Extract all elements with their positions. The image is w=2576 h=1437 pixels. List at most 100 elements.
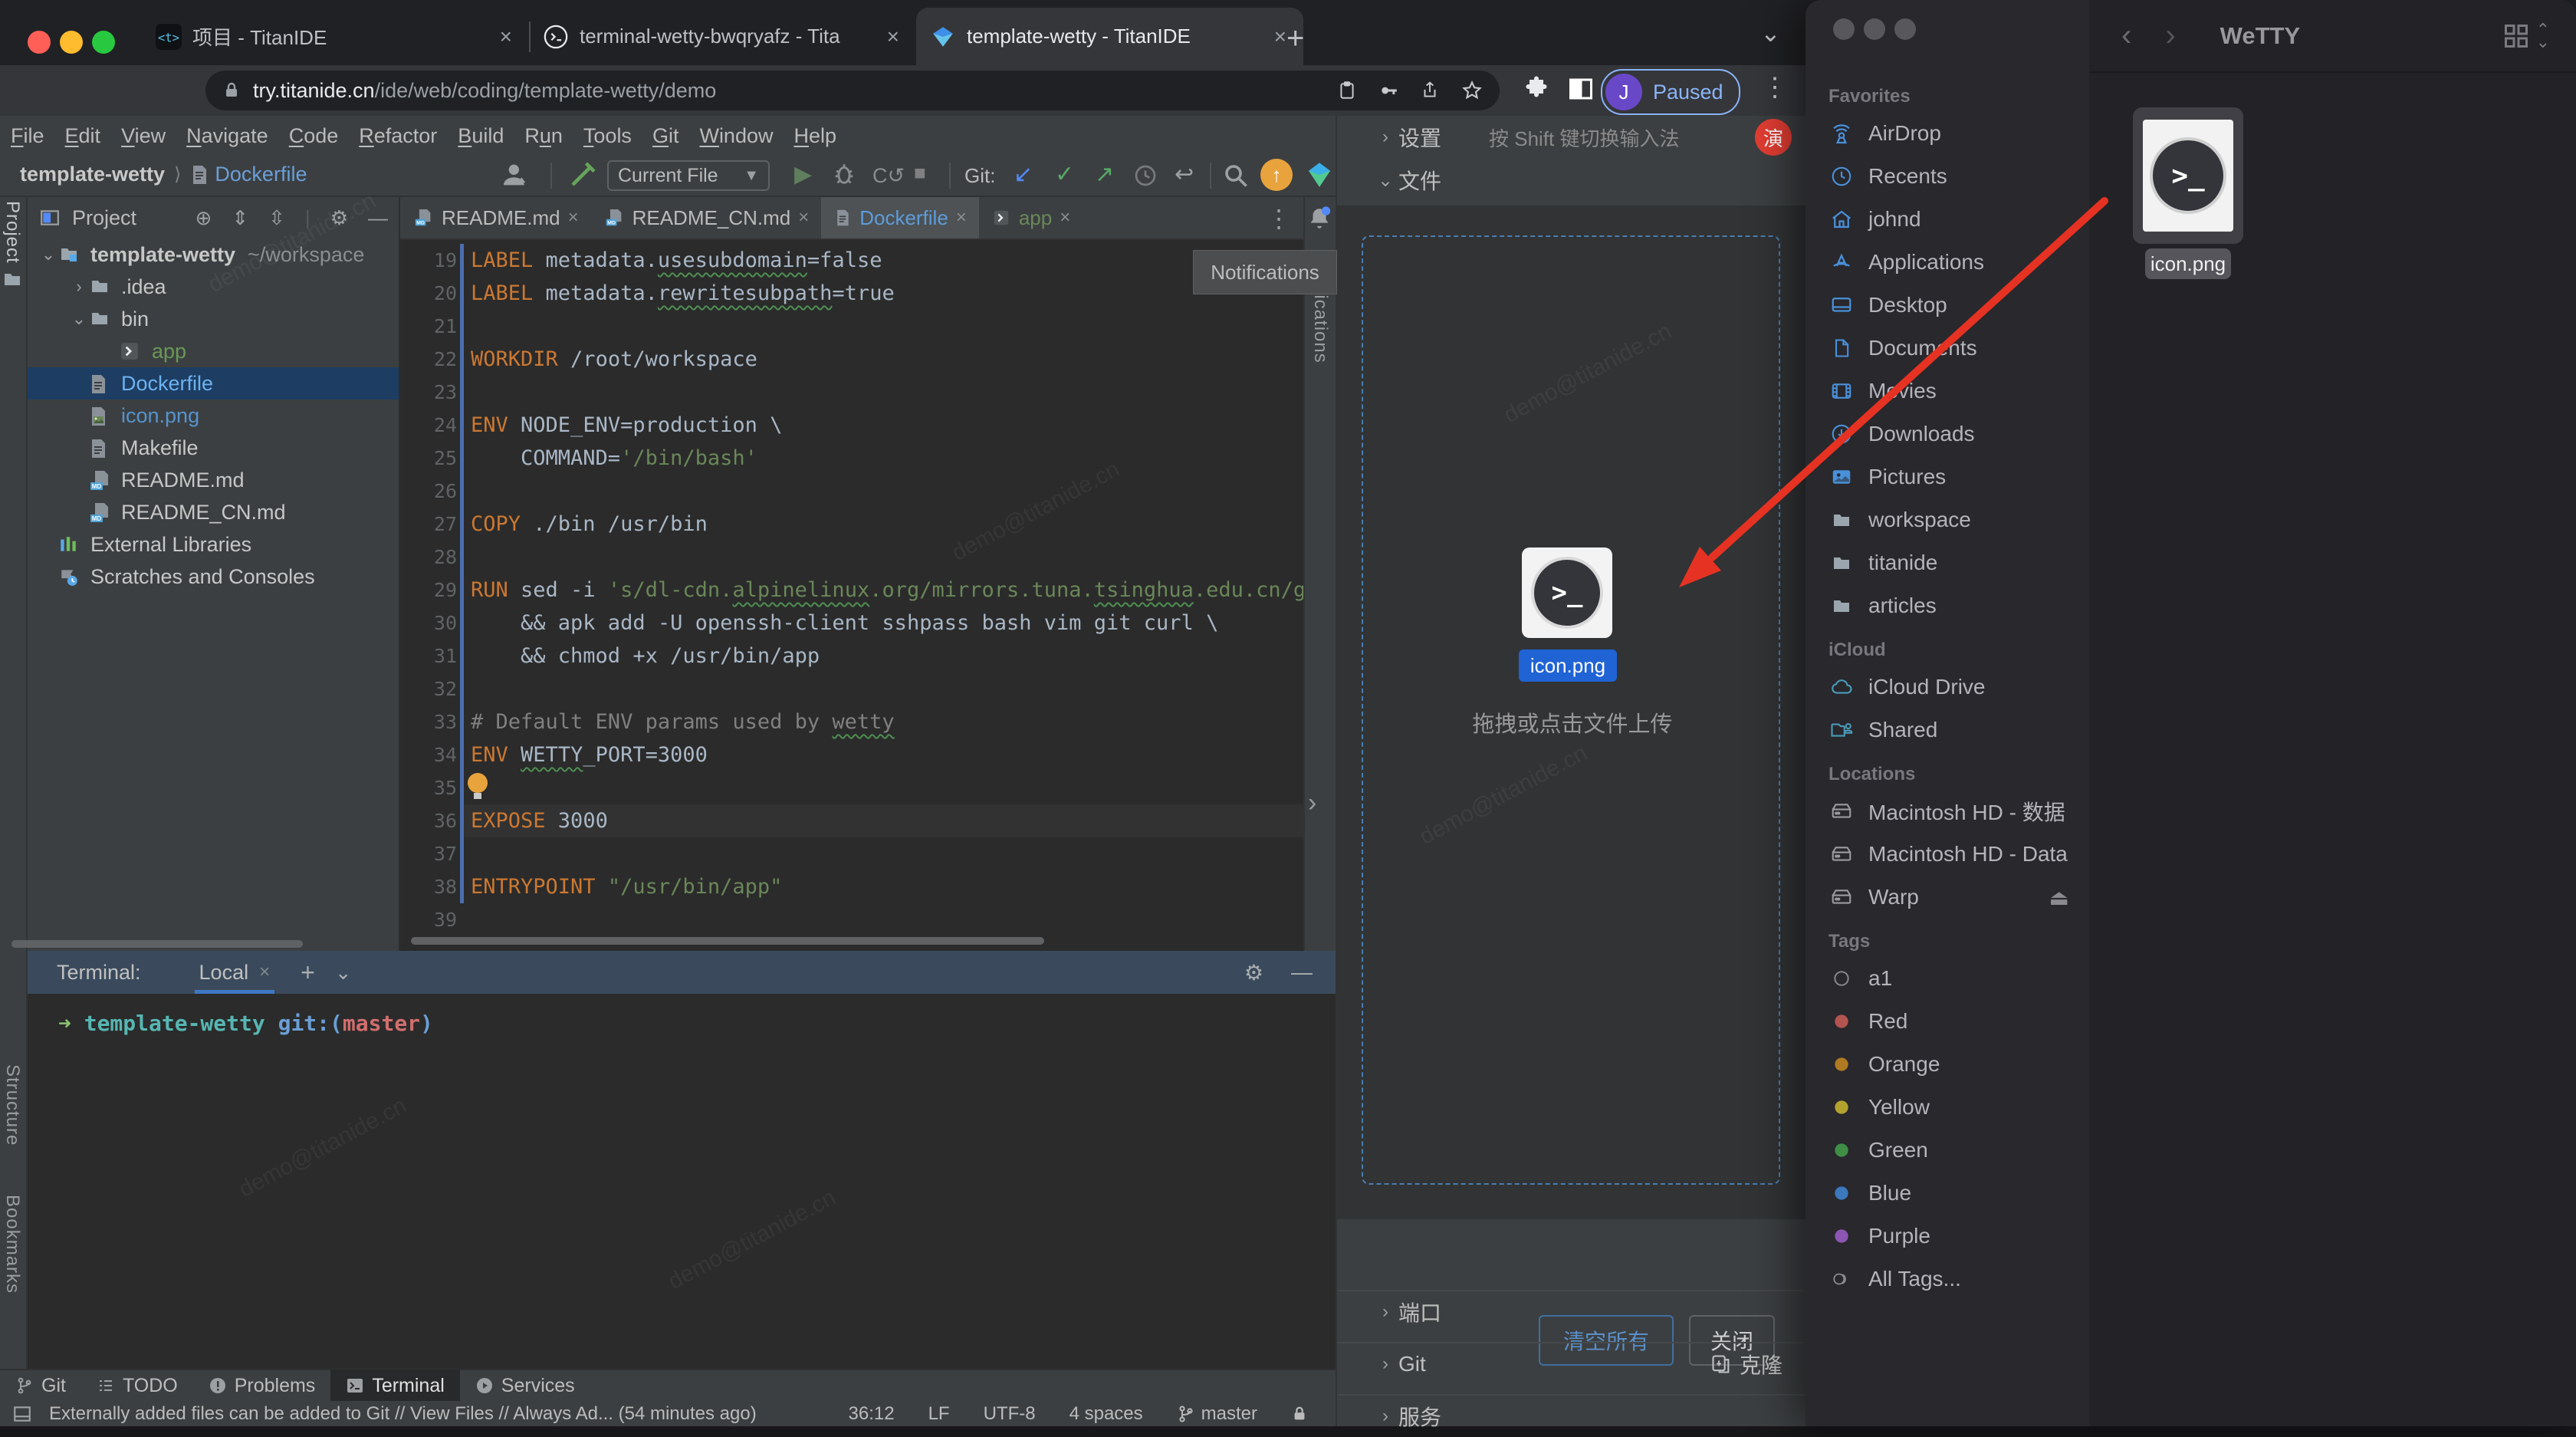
editor[interactable]: MDREADME.md×MDREADME_CN.md×Dockerfile×ap…	[400, 197, 1303, 951]
code-line-25[interactable]: 25 COMMAND='/bin/bash'	[400, 442, 1303, 475]
sidebar-item-icloud-drive[interactable]: iCloud Drive	[1829, 666, 2074, 709]
tab-search-chevron-icon[interactable]: ⌄	[1760, 18, 1781, 48]
tool-button-project[interactable]: Project	[2, 201, 23, 288]
code-line-39[interactable]: 39	[400, 903, 1303, 936]
finder-window[interactable]: FavoritesAirDropRecentsjohndApplications…	[1806, 0, 2576, 1426]
browser-menu-kebab-icon[interactable]: ⋮	[1762, 72, 1788, 103]
git-commit-check-icon[interactable]: ✓	[1055, 161, 1074, 188]
coverage-icon[interactable]: C↺	[872, 164, 905, 188]
tree-item-makefile[interactable]: Makefile	[28, 432, 399, 464]
stop-button[interactable]: ■	[914, 161, 926, 185]
editor-tab-dockerfile[interactable]: Dockerfile×	[821, 197, 979, 238]
code-line-23[interactable]: 23	[400, 376, 1303, 409]
section-row-0[interactable]: ›端口	[1337, 1290, 1813, 1333]
code-line-32[interactable]: 32	[400, 672, 1303, 705]
tab-close-icon[interactable]: ×	[568, 207, 579, 229]
status-window-icon[interactable]	[12, 1404, 32, 1424]
code-line-34[interactable]: 34ENV WETTY_PORT=3000	[400, 738, 1303, 771]
browser-profile-button[interactable]: J Paused	[1601, 69, 1740, 115]
new-tab-button[interactable]: +	[1286, 21, 1304, 56]
code-line-27[interactable]: 27COPY ./bin /usr/bin	[400, 508, 1303, 541]
caret-position[interactable]: 36:12	[849, 1403, 895, 1425]
sidebar-item-movies[interactable]: Movies	[1829, 370, 2074, 413]
sidebar-item-articles[interactable]: articles	[1829, 584, 2074, 627]
run-button[interactable]: ▶	[794, 161, 812, 188]
tool-button-todo[interactable]: TODO	[81, 1370, 193, 1402]
sidebar-item-orange[interactable]: Orange	[1829, 1043, 2074, 1086]
tool-button-structure[interactable]: Structure	[2, 1064, 23, 1146]
status-message[interactable]: Externally added files can be added to G…	[49, 1403, 757, 1425]
menu-file[interactable]: File	[11, 124, 44, 148]
sidebar-item-applications[interactable]: Applications	[1829, 241, 2074, 284]
sidebar-item-macintosh-hd-data[interactable]: Macintosh HD - Data	[1829, 833, 2074, 876]
line-separator[interactable]: LF	[928, 1403, 950, 1425]
tab-close-icon[interactable]: ×	[884, 25, 902, 49]
run-configuration-select[interactable]: Current File▼	[607, 160, 770, 191]
password-key-icon[interactable]	[1378, 80, 1398, 101]
editor-tab-readme-md[interactable]: MDREADME.md×	[400, 197, 591, 238]
clone-button[interactable]: 克隆	[1710, 1349, 1783, 1379]
menu-view[interactable]: View	[121, 124, 166, 148]
browser-tab-3[interactable]: template-wetty - TitanIDE×	[916, 8, 1303, 65]
editor-tabs-kebab-icon[interactable]: ⋮	[1267, 204, 1291, 233]
sidebar-item-purple[interactable]: Purple	[1829, 1215, 2074, 1258]
editor-horizontal-scrollbar[interactable]	[411, 937, 1044, 945]
code-line-22[interactable]: 22WORKDIR /root/workspace	[400, 343, 1303, 376]
tree-chevron-icon[interactable]: ⌄	[38, 245, 58, 265]
terminal-tool-window[interactable]: Terminal: Local × + ⌄ ⚙ — ➜ template-wet…	[28, 951, 1336, 1369]
tree-item--idea[interactable]: ›.idea	[28, 271, 399, 303]
menu-git[interactable]: Git	[652, 124, 679, 148]
breadcrumb-project[interactable]: template-wetty	[20, 163, 165, 186]
file-encoding[interactable]: UTF-8	[984, 1403, 1036, 1425]
menu-refactor[interactable]: Refactor	[359, 124, 437, 148]
sidebar-item-pictures[interactable]: Pictures	[1829, 455, 2074, 498]
traffic-close-button[interactable]	[28, 31, 51, 54]
tree-item-readme-cn-md[interactable]: MDREADME_CN.md	[28, 496, 399, 528]
sidebar-item-macintosh-hd-数据[interactable]: Macintosh HD - 数据	[1829, 790, 2074, 833]
address-bar[interactable]: try.titanide.cn/ide/web/coding/template-…	[205, 71, 1500, 110]
menu-tools[interactable]: Tools	[583, 124, 632, 148]
history-clock-icon[interactable]	[1133, 163, 1158, 188]
terminal-settings-gear-icon[interactable]: ⚙	[1244, 960, 1263, 985]
menu-navigate[interactable]: Navigate	[186, 124, 268, 148]
collapse-all-icon[interactable]: ⇳	[268, 206, 285, 230]
menu-code[interactable]: Code	[289, 124, 339, 148]
section-git[interactable]: ›Git克隆	[1337, 1342, 1813, 1385]
terminal-dropdown-chevron-icon[interactable]: ⌄	[335, 961, 352, 985]
indent-style[interactable]: 4 spaces	[1070, 1403, 1143, 1425]
breadcrumb-file[interactable]: Dockerfile	[215, 163, 307, 186]
browser-tab-2[interactable]: terminal-wetty-bwqryafz - Tita×	[529, 8, 916, 65]
search-icon[interactable]	[1222, 162, 1250, 189]
breadcrumb[interactable]: template-wetty ⟩ Dockerfile	[20, 163, 307, 186]
finder-file-icon-png[interactable]: >_ icon.png	[2133, 107, 2243, 244]
finder-zoom-button[interactable]	[1894, 18, 1916, 40]
git-update-icon[interactable]: ↙	[1014, 161, 1033, 188]
tab-close-icon[interactable]: ×	[497, 25, 515, 49]
traffic-zoom-button[interactable]	[92, 31, 115, 54]
clipboard-icon[interactable]	[1337, 80, 1357, 101]
tool-button-bookmarks[interactable]: Bookmarks	[2, 1195, 23, 1294]
tree-item-icon-png[interactable]: icon.png	[28, 400, 399, 432]
code-line-21[interactable]: 21	[400, 310, 1303, 343]
code-line-20[interactable]: 20LABEL metadata.rewritesubpath=true	[400, 277, 1303, 310]
sidebar-item-all-tags-[interactable]: All Tags...	[1829, 1258, 2074, 1301]
tree-item-external-libraries[interactable]: External Libraries	[28, 528, 399, 561]
sidebar-item-johnd[interactable]: johnd	[1829, 198, 2074, 241]
uploaded-file-name[interactable]: icon.png	[1519, 649, 1617, 682]
finder-forward-chevron-icon[interactable]: ›	[2165, 18, 2175, 53]
code-line-19[interactable]: 19LABEL metadata.usesubdomain=false	[400, 244, 1303, 277]
menu-run[interactable]: Run	[524, 124, 563, 148]
menu-edit[interactable]: Edit	[65, 124, 101, 148]
tab-close-icon[interactable]: ×	[798, 207, 809, 229]
tool-button-terminal[interactable]: Terminal	[330, 1370, 459, 1402]
tree-item-scratches-and-consoles[interactable]: Scratches and Consoles	[28, 561, 399, 593]
sidebar-item-blue[interactable]: Blue	[1829, 1172, 2074, 1215]
browser-tab-1[interactable]: <t>项目 - TitanIDE×	[142, 8, 529, 65]
close-icon[interactable]: ×	[259, 962, 270, 983]
side-panel-icon[interactable]	[1567, 75, 1595, 103]
sidebar-item-titanide[interactable]: titanide	[1829, 541, 2074, 584]
section-row-2[interactable]: ›服务	[1337, 1394, 1813, 1437]
sidebar-item-documents[interactable]: Documents	[1829, 327, 2074, 370]
tree-item-template-wetty[interactable]: ⌄template-wetty~/workspace	[28, 238, 399, 271]
sidebar-item-workspace[interactable]: workspace	[1829, 498, 2074, 541]
